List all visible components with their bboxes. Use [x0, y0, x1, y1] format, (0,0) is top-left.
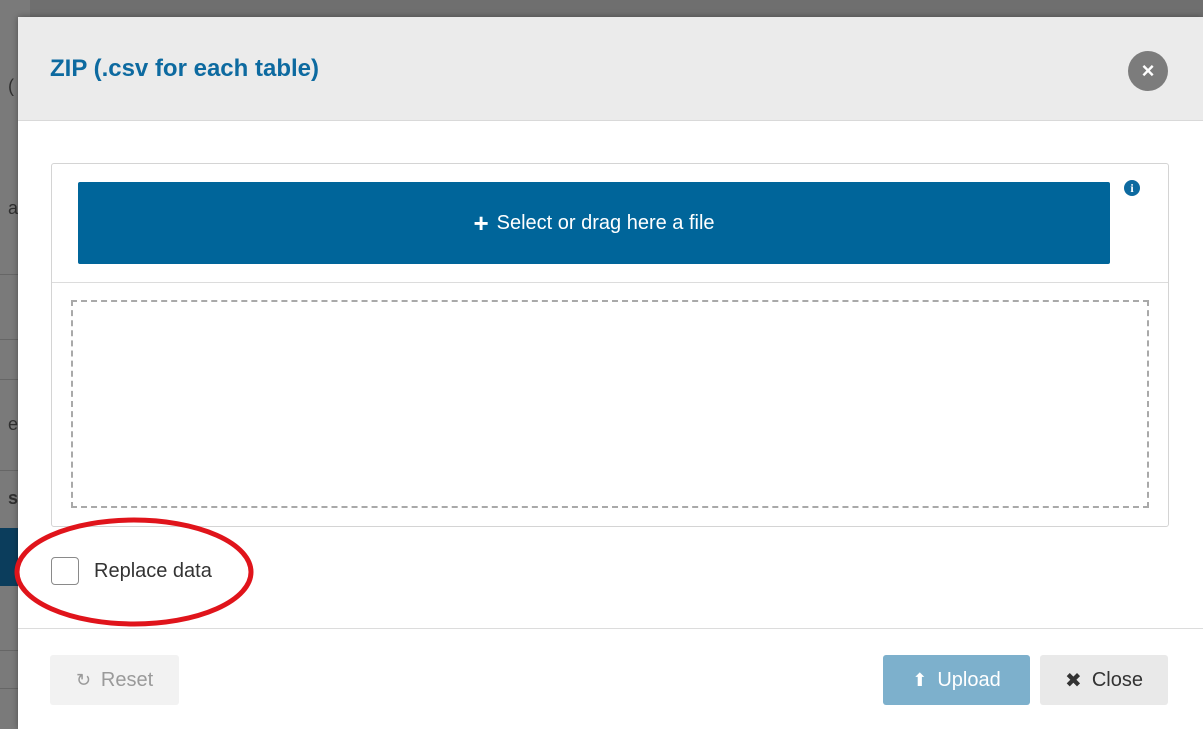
footer-divider [18, 628, 1203, 629]
background-text: s [8, 488, 19, 508]
background-text: a [8, 198, 19, 218]
reset-icon: ↻ [75, 669, 91, 690]
upload-button[interactable]: ⬆ Upload [883, 655, 1030, 705]
close-x-icon: ✖ [1065, 669, 1082, 692]
upload-icon: ⬆ [912, 669, 928, 690]
reset-button[interactable]: ↻ Reset [50, 655, 179, 705]
select-file-button[interactable]: + Select or drag here a file [78, 182, 1110, 264]
file-upload-panel: + Select or drag here a file i [51, 163, 1169, 527]
select-file-label: Select or drag here a file [496, 211, 715, 234]
panel-divider [52, 282, 1168, 283]
reset-button-label: Reset [100, 668, 154, 691]
replace-data-checkbox[interactable] [51, 557, 79, 585]
background-text: e [8, 414, 19, 434]
close-button[interactable]: ✖ Close [1040, 655, 1168, 705]
modal-title: ZIP (.csv for each table) [50, 55, 319, 82]
upload-modal: ZIP (.csv for each table) × + Select or … [18, 17, 1203, 729]
plus-icon: + [473, 208, 489, 238]
background-bar [0, 528, 20, 586]
background-text: ( [8, 76, 14, 96]
replace-data-label: Replace data [94, 559, 212, 582]
info-icon[interactable]: i [1124, 180, 1140, 196]
file-drop-zone[interactable] [71, 300, 1149, 508]
upload-button-label: Upload [937, 668, 1001, 691]
close-icon[interactable]: × [1128, 51, 1168, 91]
modal-header: ZIP (.csv for each table) × [18, 17, 1203, 121]
close-button-label: Close [1091, 668, 1143, 691]
replace-data-option[interactable]: Replace data [51, 555, 212, 587]
